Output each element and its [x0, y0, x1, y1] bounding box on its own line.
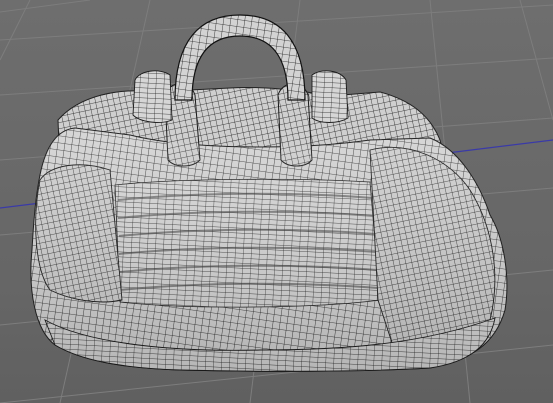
bag-mesh[interactable]: [30, 14, 508, 372]
3d-viewport[interactable]: [0, 0, 553, 403]
bag-corner-tab-right[interactable]: [311, 70, 349, 123]
mesh-shading: [30, 128, 507, 372]
bag-corner-tab-left[interactable]: [132, 70, 173, 123]
viewport-canvas[interactable]: [0, 0, 553, 403]
